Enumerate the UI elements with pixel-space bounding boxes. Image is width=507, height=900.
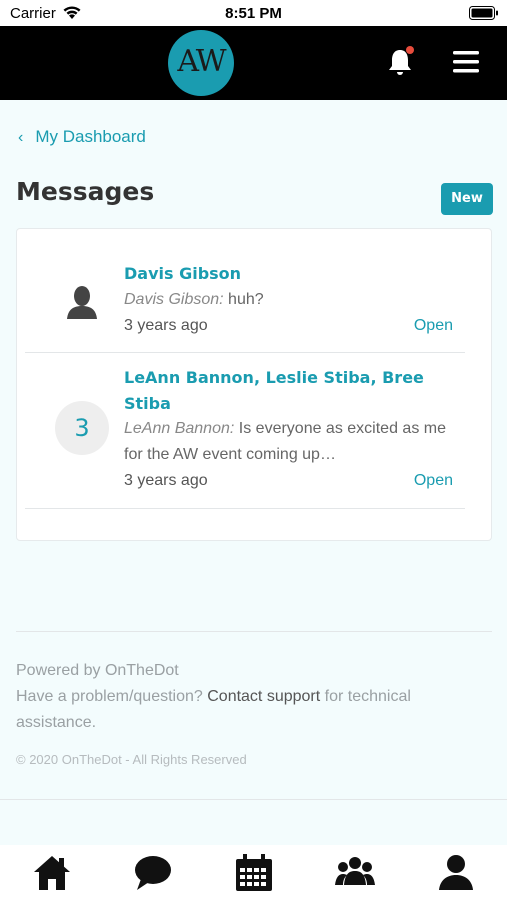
message-thread[interactable]: Davis Gibson Davis Gibson: huh? 3 years … [25,229,465,353]
thread-sender: LeAnn Bannon: [124,420,235,437]
footer-divider [16,631,492,632]
page-title: Messages [16,177,155,206]
thread-timestamp: 3 years ago [124,472,208,489]
thread-timestamp: 3 years ago [124,317,208,334]
contact-support-link[interactable]: Contact support [207,688,320,705]
battery-icon [469,6,499,25]
participant-count-avatar: 3 [55,401,109,455]
powered-by-text: Powered by OnTheDot [16,662,179,679]
footer-divider-bottom [0,799,507,800]
thread-snippet: huh? [223,291,264,308]
bottom-tab-bar [0,845,507,900]
home-icon[interactable] [32,853,72,893]
brand-logo[interactable]: AW [168,30,234,96]
logo-text: AW [177,44,226,79]
thread-sender: Davis Gibson: [124,291,224,308]
notification-dot [406,46,414,54]
chat-icon[interactable] [133,853,173,893]
calendar-icon[interactable] [234,853,274,893]
hamburger-menu-icon[interactable] [452,50,480,78]
breadcrumb-label: My Dashboard [35,127,146,146]
new-message-button[interactable]: New [441,183,493,215]
messages-list: Davis Gibson Davis Gibson: huh? 3 years … [16,228,492,541]
clock-label: 8:51 PM [225,5,282,22]
thread-title[interactable]: LeAnn Bannon, Leslie Stiba, Bree Stiba [124,365,444,417]
breadcrumb-dashboard-link[interactable]: ‹ My Dashboard [18,127,146,147]
copyright-text: © 2020 OnTheDot - All Rights Reserved [16,752,247,767]
thread-preview: Davis Gibson: huh? [124,287,454,313]
open-thread-link[interactable]: Open [414,317,453,335]
thread-title[interactable]: Davis Gibson [124,261,444,287]
thread-preview: LeAnn Bannon: Is everyone as excited as … [124,416,454,468]
help-text: Have a problem/question? Contact support… [16,684,436,736]
status-bar: Carrier 8:51 PM [0,0,507,26]
profile-icon[interactable] [436,853,476,893]
bell-icon[interactable] [386,46,416,82]
top-nav: AW [0,26,507,100]
help-prefix: Have a problem/question? [16,688,208,705]
open-thread-link[interactable]: Open [414,472,453,490]
chevron-left-icon: ‹ [18,129,24,146]
person-icon [65,285,99,325]
message-thread[interactable]: 3 LeAnn Bannon, Leslie Stiba, Bree Stiba… [25,353,465,509]
group-icon[interactable] [335,853,375,893]
